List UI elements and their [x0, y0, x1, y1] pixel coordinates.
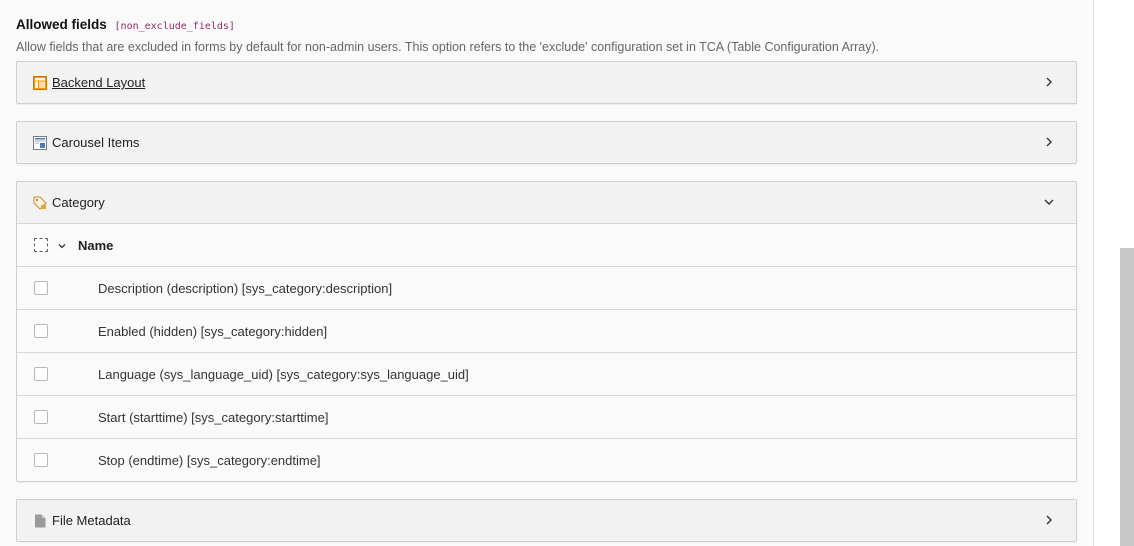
table-row: Stop (endtime) [sys_category:endtime]: [17, 438, 1076, 481]
field-title: Allowed fields [non_exclude_fields]: [16, 17, 235, 32]
panel-category: Category Name Description (description) …: [16, 181, 1077, 482]
panel-header-file-metadata[interactable]: File Metadata: [17, 500, 1076, 541]
panel-label: Category: [52, 195, 105, 210]
row-checkbox[interactable]: [34, 453, 48, 467]
panel-label[interactable]: Backend Layout: [52, 75, 145, 90]
chevron-right-icon[interactable]: [1042, 513, 1056, 527]
row-label: Language (sys_language_uid) [sys_categor…: [98, 366, 469, 382]
row-checkbox[interactable]: [34, 410, 48, 424]
panel-header-carousel-items[interactable]: Carousel Items: [17, 122, 1076, 163]
panel-label: File Metadata: [52, 513, 131, 528]
table-header-row: Name: [17, 223, 1076, 266]
chevron-down-icon[interactable]: [1042, 195, 1056, 209]
row-label: Description (description) [sys_category:…: [98, 280, 393, 296]
panel-file-metadata: File Metadata: [16, 499, 1077, 542]
table-row: Description (description) [sys_category:…: [17, 266, 1076, 309]
field-code: [non_exclude_fields]: [114, 21, 235, 32]
column-header-name[interactable]: Name: [78, 238, 113, 253]
category-icon: [33, 196, 47, 210]
panel-carousel-items: Carousel Items: [16, 121, 1077, 164]
select-all-checkbox[interactable]: [34, 238, 48, 252]
row-checkbox[interactable]: [34, 324, 48, 338]
chevron-down-icon[interactable]: [57, 239, 67, 249]
file-metadata-icon: [33, 514, 47, 528]
table-row: Enabled (hidden) [sys_category:hidden]: [17, 309, 1076, 352]
row-label: Enabled (hidden) [sys_category:hidden]: [98, 323, 328, 339]
chevron-right-icon[interactable]: [1042, 135, 1056, 149]
main-content: Allowed fields [non_exclude_fields] Allo…: [0, 0, 1094, 546]
chevron-right-icon[interactable]: [1042, 75, 1056, 89]
panel-label: Carousel Items: [52, 135, 140, 150]
row-checkbox[interactable]: [34, 367, 48, 381]
carousel-items-icon: [33, 135, 47, 150]
category-fields-table: Name Description (description) [sys_cate…: [17, 223, 1076, 481]
panel-header-category[interactable]: Category: [17, 182, 1076, 223]
scrollbar-thumb[interactable]: [1120, 248, 1134, 546]
panel-backend-layout: Backend Layout: [16, 61, 1077, 104]
table-row: Start (starttime) [sys_category:starttim…: [17, 395, 1076, 438]
field-title-text: Allowed fields: [16, 17, 107, 32]
backend-layout-icon: [33, 75, 47, 90]
row-label: Stop (endtime) [sys_category:endtime]: [98, 452, 321, 468]
field-description: Allow fields that are excluded in forms …: [16, 40, 880, 54]
row-label: Start (starttime) [sys_category:starttim…: [98, 409, 329, 425]
panel-header-backend-layout[interactable]: Backend Layout: [17, 62, 1076, 103]
row-checkbox[interactable]: [34, 281, 48, 295]
table-row: Language (sys_language_uid) [sys_categor…: [17, 352, 1076, 395]
